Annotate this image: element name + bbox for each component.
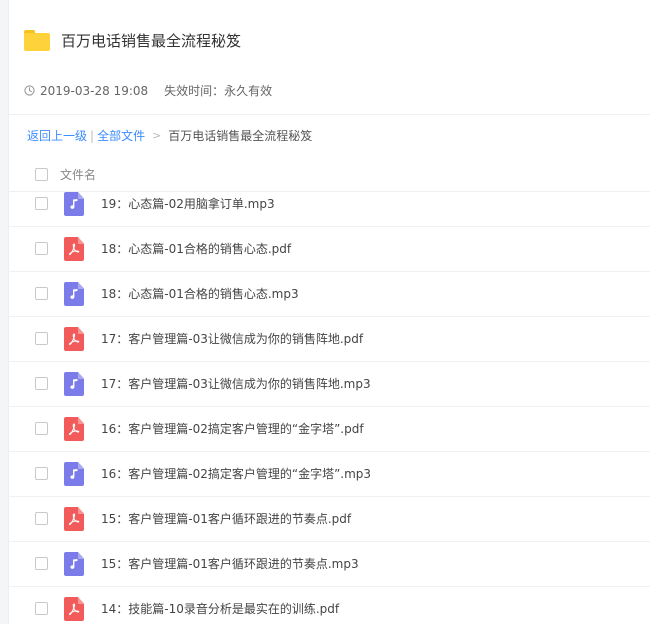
- file-list: 19：心态篇-02用脑拿订单.mp3 18：心态篇-01合格的销售心态.pdf 18…: [8, 181, 650, 624]
- file-checkbox[interactable]: [35, 242, 48, 255]
- folder-icon: [24, 30, 50, 51]
- file-row[interactable]: 18：心态篇-01合格的销售心态.pdf: [8, 226, 650, 272]
- file-name[interactable]: 15：客户管理篇-01客户循环跟进的节奏点.pdf: [101, 510, 351, 527]
- file-checkbox[interactable]: [35, 557, 48, 570]
- audio-file-icon: [64, 462, 84, 486]
- file-name[interactable]: 17：客户管理篇-03让微信成为你的销售阵地.mp3: [101, 375, 371, 392]
- file-row[interactable]: 15：客户管理篇-01客户循环跟进的节奏点.mp3: [8, 541, 650, 587]
- divider: [8, 114, 650, 115]
- file-row[interactable]: 18：心态篇-01合格的销售心态.mp3: [8, 271, 650, 317]
- pdf-file-icon: [64, 327, 84, 351]
- file-checkbox[interactable]: [35, 197, 48, 210]
- audio-file-icon: [64, 192, 84, 216]
- file-checkbox[interactable]: [35, 602, 48, 615]
- pdf-file-icon: [64, 237, 84, 261]
- share-date: 2019-03-28 19:08: [40, 83, 149, 98]
- breadcrumb: 返回上一级 | 全部文件 > 百万电话销售最全流程秘笈: [27, 127, 312, 144]
- back-link[interactable]: 返回上一级: [27, 127, 87, 144]
- file-name[interactable]: 16：客户管理篇-02搞定客户管理的“金字塔”.mp3: [101, 465, 371, 482]
- file-checkbox[interactable]: [35, 332, 48, 345]
- file-name[interactable]: 18：心态篇-01合格的销售心态.mp3: [101, 285, 299, 302]
- pdf-file-icon: [64, 597, 84, 621]
- pdf-file-icon: [64, 507, 84, 531]
- file-checkbox[interactable]: [35, 422, 48, 435]
- file-row[interactable]: 17：客户管理篇-03让微信成为你的销售阵地.mp3: [8, 361, 650, 407]
- audio-file-icon: [64, 282, 84, 306]
- file-name[interactable]: 17：客户管理篇-03让微信成为你的销售阵地.pdf: [101, 330, 363, 347]
- file-name[interactable]: 14：技能篇-10录音分析是最实在的训练.pdf: [101, 600, 339, 617]
- audio-file-icon: [64, 372, 84, 396]
- file-row[interactable]: 19：心态篇-02用脑拿订单.mp3: [8, 181, 650, 227]
- file-checkbox[interactable]: [35, 287, 48, 300]
- file-checkbox[interactable]: [35, 512, 48, 525]
- clock-icon: [24, 85, 35, 96]
- file-name[interactable]: 18：心态篇-01合格的销售心态.pdf: [101, 240, 291, 257]
- breadcrumb-separator: |: [90, 128, 95, 143]
- expire-time: 失效时间：永久有效: [164, 84, 273, 98]
- file-row[interactable]: 14：技能篇-10录音分析是最实在的训练.pdf: [8, 586, 650, 624]
- share-title: 百万电话销售最全流程秘笈: [61, 32, 242, 50]
- file-checkbox[interactable]: [35, 377, 48, 390]
- file-row[interactable]: 16：客户管理篇-02搞定客户管理的“金字塔”.pdf: [8, 406, 650, 452]
- breadcrumb-current: 百万电话销售最全流程秘笈: [168, 129, 313, 143]
- file-row[interactable]: 16：客户管理篇-02搞定客户管理的“金字塔”.mp3: [8, 451, 650, 497]
- audio-file-icon: [64, 552, 84, 576]
- breadcrumb-arrow: >: [152, 129, 162, 142]
- pdf-file-icon: [64, 417, 84, 441]
- select-all-checkbox[interactable]: [35, 168, 48, 181]
- share-meta: 2019-03-28 19:08 失效时间：永久有效: [24, 82, 272, 99]
- file-checkbox[interactable]: [35, 467, 48, 480]
- file-row[interactable]: 17：客户管理篇-03让微信成为你的销售阵地.pdf: [8, 316, 650, 362]
- file-name[interactable]: 19：心态篇-02用脑拿订单.mp3: [101, 195, 275, 212]
- file-row[interactable]: 15：客户管理篇-01客户循环跟进的节奏点.pdf: [8, 496, 650, 542]
- file-name[interactable]: 15：客户管理篇-01客户循环跟进的节奏点.mp3: [101, 555, 359, 572]
- file-name[interactable]: 16：客户管理篇-02搞定客户管理的“金字塔”.pdf: [101, 420, 364, 437]
- share-header: 百万电话销售最全流程秘笈: [24, 30, 241, 51]
- all-files-link[interactable]: 全部文件: [97, 127, 145, 144]
